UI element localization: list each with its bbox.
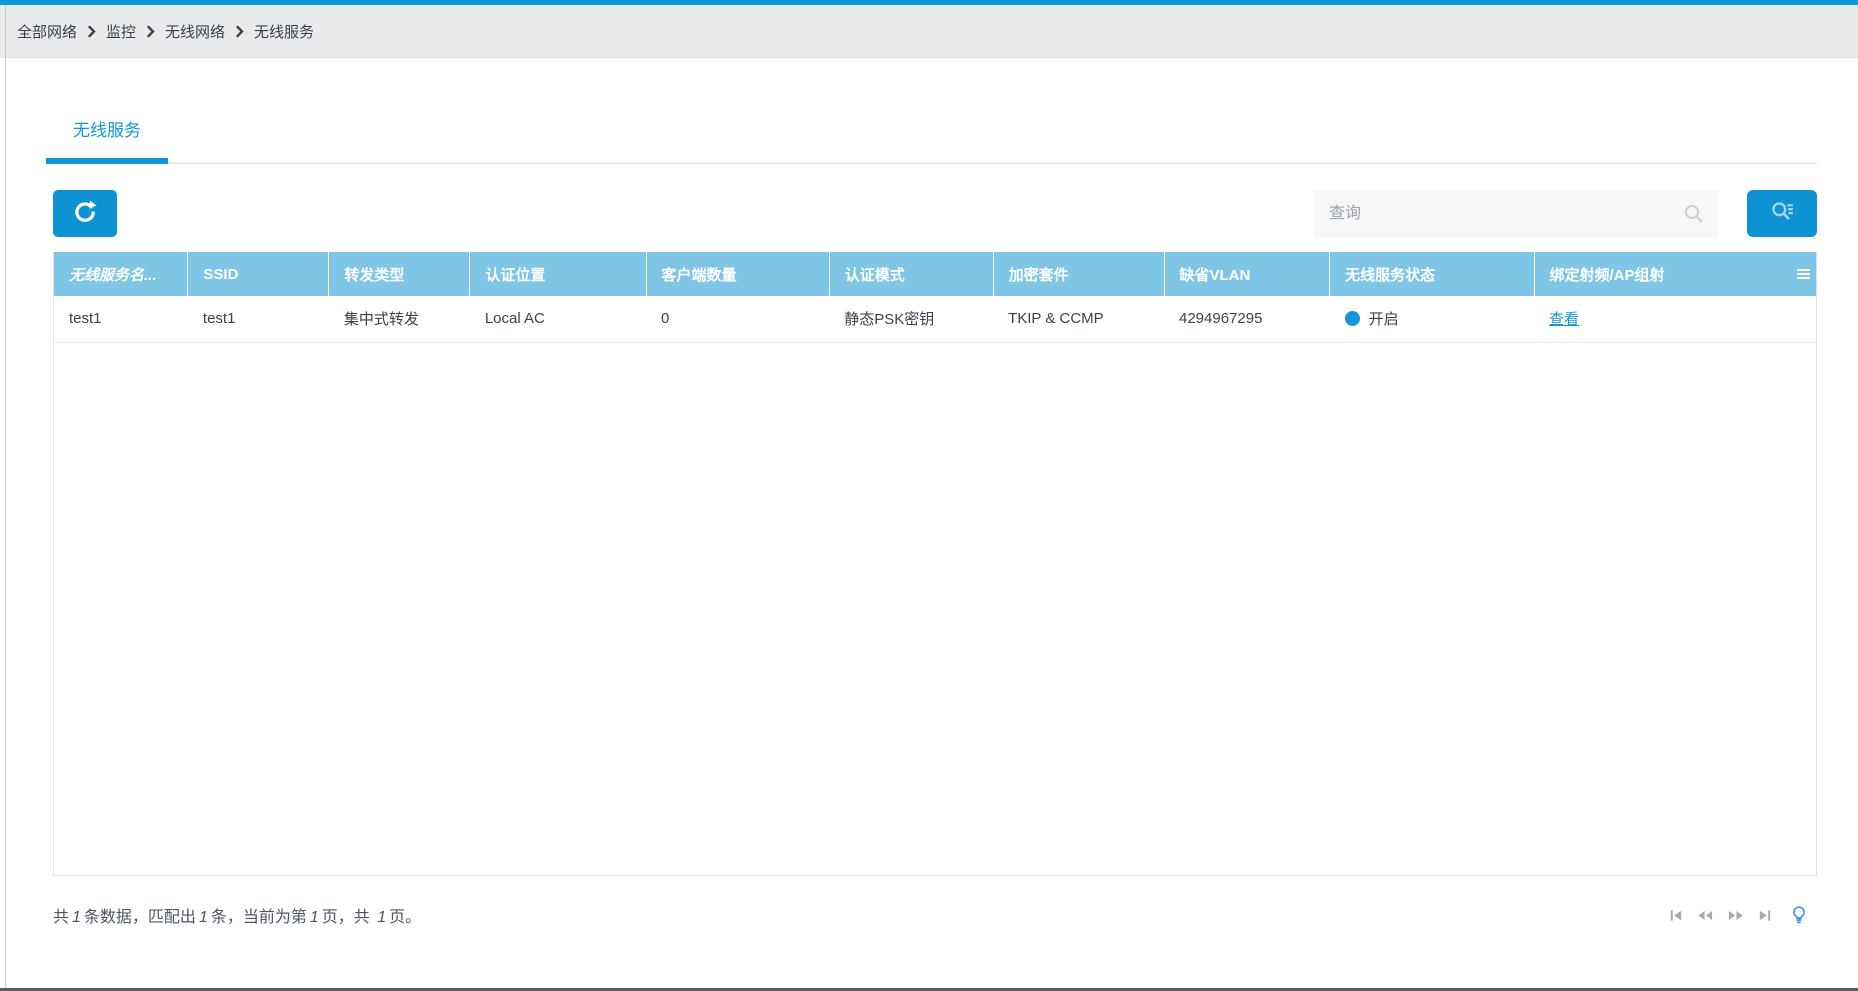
column-header-forward-type[interactable]: 转发类型 [328, 252, 470, 296]
status-on-dot [1344, 311, 1360, 327]
chevron-right-icon [146, 24, 155, 38]
column-header-default-vlan[interactable]: 缺省VLAN [1163, 252, 1330, 296]
cell-client-count: 0 [646, 296, 830, 343]
first-page-button[interactable] [1669, 908, 1684, 923]
view-link[interactable]: 查看 [1549, 311, 1579, 328]
tab-bar: 无线服务 [46, 116, 1817, 164]
cell-service-status: 开启 [1329, 296, 1535, 343]
app-window: 全部网络 监控 无线网络 无线服务 无线服务 查询 无线服务名... SSID … [0, 0, 1858, 991]
breadcrumb-item-wireless-network[interactable]: 无线网络 [165, 21, 225, 42]
search-icon [1683, 203, 1705, 230]
column-header-client-count[interactable]: 客户端数量 [645, 252, 830, 296]
cell-auth-mode: 静态PSK密钥 [829, 296, 994, 343]
column-header-auth-location[interactable]: 认证位置 [469, 252, 646, 296]
search-area [1314, 190, 1817, 237]
advanced-search-button[interactable] [1747, 190, 1817, 237]
record-summary: 共 1 条数据，匹配出 1 条，当前为第 1 页，共 1 页。 [53, 909, 422, 926]
column-header-ssid[interactable]: SSID [187, 252, 329, 296]
breadcrumb-item-monitor[interactable]: 监控 [106, 21, 136, 42]
column-settings-icon[interactable] [1796, 267, 1811, 285]
column-header-service-name[interactable]: 无线服务名... [54, 252, 188, 296]
search-input[interactable] [1314, 190, 1718, 237]
cell-auth-location: Local AC [469, 296, 646, 343]
cell-service-name: test1 [54, 296, 188, 343]
pagination [1669, 906, 1817, 924]
breadcrumb: 全部网络 监控 无线网络 无线服务 [0, 5, 1858, 58]
chevron-right-icon [235, 24, 244, 38]
cell-cipher-suite: TKIP & CCMP [993, 296, 1164, 343]
cell-ssid: test1 [187, 296, 329, 343]
main-content: 无线服务 查询 无线服务名... SSID 转发类型 认证位置 客户端数量 认证… [0, 116, 1858, 927]
column-header-service-status[interactable]: 无线服务状态 [1329, 252, 1535, 296]
chevron-right-icon [87, 24, 96, 38]
wireless-service-table: 无线服务名... SSID 转发类型 认证位置 客户端数量 认证模式 加密套件 … [53, 252, 1817, 876]
column-header-bound-radio[interactable]: 绑定射频/AP组射 [1533, 252, 1816, 296]
table-header-row: 无线服务名... SSID 转发类型 认证位置 客户端数量 认证模式 加密套件 … [54, 252, 1816, 296]
page-footer: 共 1 条数据，匹配出 1 条，当前为第 1 页，共 1 页。 [53, 903, 1817, 927]
breadcrumb-item-all-networks[interactable]: 全部网络 [17, 21, 77, 42]
last-page-button[interactable] [1757, 908, 1772, 923]
status-label: 开启 [1368, 311, 1399, 329]
prev-page-button[interactable] [1697, 908, 1714, 923]
cell-bound-radio: 查看 [1534, 296, 1816, 343]
cell-default-vlan: 4294967295 [1164, 296, 1330, 343]
column-header-auth-mode[interactable]: 认证模式 [828, 252, 994, 296]
breadcrumb-item-wireless-service[interactable]: 无线服务 [254, 21, 314, 42]
table-row[interactable]: test1 test1 集中式转发 Local AC 0 静态PSK密钥 TKI… [54, 296, 1816, 343]
cell-forward-type: 集中式转发 [328, 296, 470, 343]
left-window-edge [5, 5, 6, 988]
refresh-button[interactable] [53, 190, 117, 237]
search-box [1314, 190, 1718, 237]
advanced-search-icon [1769, 199, 1795, 228]
toolbar [53, 190, 1817, 237]
column-header-cipher-suite[interactable]: 加密套件 [992, 252, 1164, 296]
tab-wireless-service[interactable]: 无线服务 [46, 116, 168, 164]
refresh-icon [71, 198, 99, 229]
page-tip-lightbulb-icon[interactable] [1791, 906, 1807, 924]
next-page-button[interactable] [1727, 908, 1744, 923]
